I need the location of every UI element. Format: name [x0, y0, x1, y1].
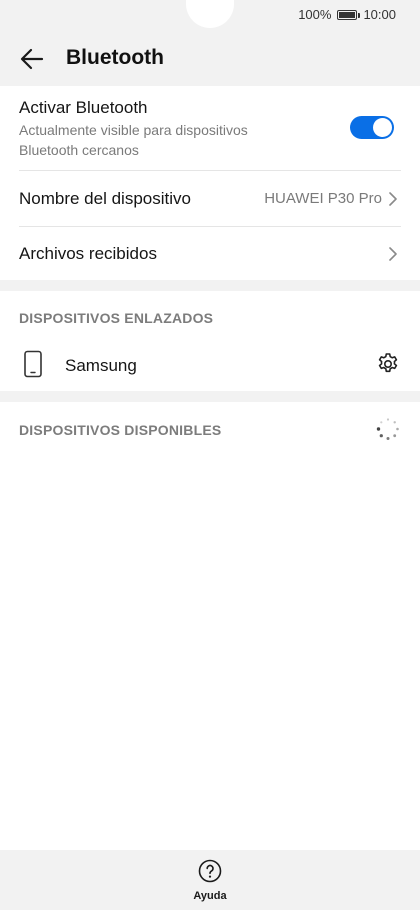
paired-device-row[interactable]: [0, 338, 420, 391]
paired-devices-header: DISPOSITIVOS ENLAZADOS: [19, 310, 214, 326]
available-devices-header: DISPOSITIVOS DISPONIBLES: [19, 422, 222, 438]
gear-icon[interactable]: [376, 352, 400, 376]
back-arrow-icon[interactable]: [18, 45, 46, 73]
app-header: 100% 10:00 Bluetooth: [0, 0, 420, 86]
status-bar: 100% 10:00: [298, 7, 396, 22]
page-title: Bluetooth: [66, 46, 164, 69]
battery-percent: 100%: [298, 7, 332, 22]
bottom-bar: Ayuda: [0, 850, 420, 910]
received-files-label: Archivos recibidos: [19, 244, 157, 263]
section-separator: [0, 391, 420, 402]
battery-icon: [337, 9, 361, 20]
bluetooth-visibility-line2: Bluetooth cercanos: [19, 142, 139, 158]
camera-notch: [186, 0, 234, 28]
chevron-right-icon: [389, 247, 397, 261]
loading-spinner-icon: [376, 418, 399, 440]
device-name-value: HUAWEI P30 Pro: [264, 190, 382, 207]
phone-icon: [24, 350, 42, 378]
bluetooth-settings-screen: 100% 10:00 Bluetooth Activar Bluetooth A…: [0, 0, 420, 910]
help-icon[interactable]: [198, 859, 222, 883]
title-bar: Bluetooth: [0, 40, 420, 80]
device-name-label: Nombre del dispositivo: [19, 189, 191, 208]
bluetooth-visibility-line1: Actualmente visible para dispositivos: [19, 122, 248, 138]
chevron-right-icon: [389, 192, 397, 206]
paired-device-name: Samsung: [65, 356, 137, 375]
bluetooth-toggle-title: Activar Bluetooth: [19, 98, 148, 117]
section-separator: [0, 280, 420, 291]
bluetooth-toggle-switch[interactable]: [350, 116, 394, 139]
toggle-knob: [373, 118, 392, 137]
clock: 10:00: [363, 7, 396, 22]
help-label[interactable]: Ayuda: [0, 890, 420, 902]
